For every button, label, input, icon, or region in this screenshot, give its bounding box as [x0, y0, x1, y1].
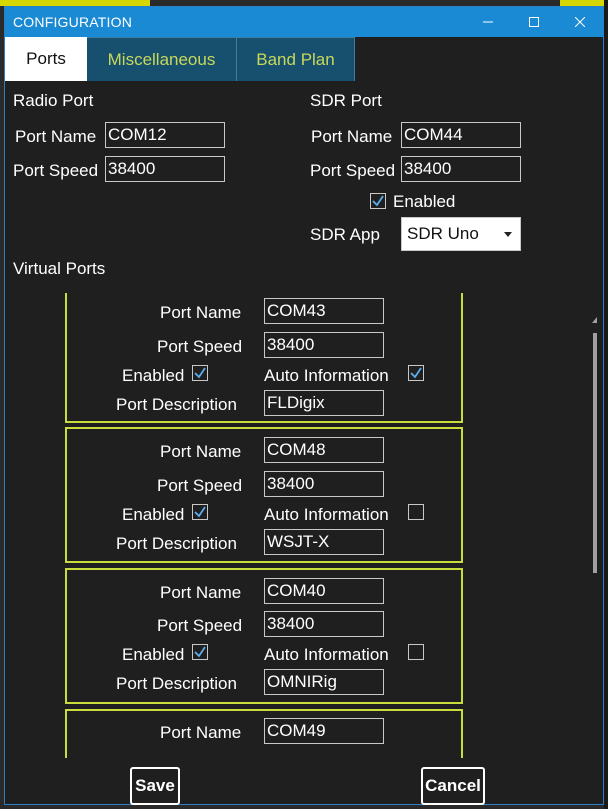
radio-port-heading: Radio Port	[13, 91, 94, 110]
scrollbar-thumb[interactable]	[593, 333, 597, 573]
virtual-port-card: Port Name COM43 Port Speed 38400 Enabled…	[65, 293, 463, 423]
checkmark-icon	[194, 646, 206, 658]
auto-information-checkbox[interactable]	[408, 644, 424, 660]
sdr-port-name-input[interactable]: COM44	[401, 122, 521, 148]
virtual-ports-list[interactable]: Port Name COM43 Port Speed 38400 Enabled…	[11, 293, 597, 758]
sdr-port-speed-input[interactable]: 38400	[401, 156, 521, 182]
maximize-icon	[529, 17, 539, 27]
vertical-scrollbar[interactable]	[591, 313, 597, 758]
port-name-input[interactable]: COM40	[264, 578, 384, 604]
checkmark-icon	[372, 195, 384, 207]
virtual-port-card: Port Name COM49	[65, 709, 463, 758]
scroll-up-icon[interactable]	[592, 317, 597, 323]
virtual-port-card: Port Name COM48 Port Speed 38400 Enabled…	[65, 427, 463, 563]
configuration-dialog: CONFIGURATION Ports Miscellaneous Band P…	[4, 6, 604, 805]
tab-band-plan[interactable]: Band Plan	[237, 37, 355, 81]
port-description-label: Port Description	[116, 534, 237, 553]
auto-information-label: Auto Information	[264, 366, 389, 385]
sdr-port-name-label: Port Name	[311, 127, 393, 146]
auto-information-label: Auto Information	[264, 505, 389, 524]
enabled-label: Enabled	[122, 505, 185, 524]
port-name-input[interactable]: COM43	[264, 298, 384, 324]
enabled-label: Enabled	[122, 645, 185, 664]
enabled-checkbox[interactable]	[192, 504, 208, 520]
window-title: CONFIGURATION	[13, 14, 133, 30]
enabled-checkbox[interactable]	[192, 365, 208, 381]
ports-panel: Radio Port Port Name COM12 Port Speed 38…	[5, 81, 603, 805]
radio-port-speed-label: Port Speed	[13, 161, 99, 180]
port-description-input[interactable]: OMNIRig	[264, 669, 384, 695]
checkmark-icon	[410, 367, 422, 379]
port-speed-label: Port Speed	[157, 476, 243, 495]
minimize-icon	[483, 21, 493, 23]
port-description-label: Port Description	[116, 674, 237, 693]
radio-port-speed-input[interactable]: 38400	[105, 156, 225, 182]
auto-information-checkbox[interactable]	[408, 365, 424, 381]
sdr-app-value: SDR Uno	[407, 224, 479, 243]
tab-bar: Ports Miscellaneous Band Plan	[5, 37, 355, 81]
enabled-label: Enabled	[122, 366, 185, 385]
port-speed-input[interactable]: 38400	[264, 332, 384, 358]
minimize-button[interactable]	[465, 7, 511, 37]
chevron-down-icon	[504, 232, 512, 237]
virtual-port-card: Port Name COM40 Port Speed 38400 Enabled…	[65, 568, 463, 704]
cancel-button[interactable]: Cancel	[421, 767, 485, 805]
title-bar[interactable]: CONFIGURATION	[5, 7, 603, 37]
maximize-button[interactable]	[511, 7, 557, 37]
background-right-edge	[604, 0, 608, 809]
port-description-input[interactable]: WSJT-X	[264, 529, 384, 555]
sdr-port-heading: SDR Port	[310, 91, 382, 110]
checkmark-icon	[194, 367, 206, 379]
port-name-input[interactable]: COM49	[264, 718, 384, 744]
port-description-input[interactable]: FLDigix	[264, 390, 384, 416]
port-speed-label: Port Speed	[157, 616, 243, 635]
sdr-enabled-label: Enabled	[393, 192, 456, 211]
sdr-app-label: SDR App	[310, 225, 380, 244]
tab-miscellaneous[interactable]: Miscellaneous	[87, 37, 237, 81]
close-button[interactable]	[557, 7, 603, 37]
window-controls	[465, 7, 603, 37]
port-name-input[interactable]: COM48	[264, 437, 384, 463]
radio-port-name-label: Port Name	[15, 127, 97, 146]
port-speed-label: Port Speed	[157, 337, 243, 356]
virtual-ports-heading: Virtual Ports	[13, 259, 106, 278]
radio-port-name-input[interactable]: COM12	[105, 122, 225, 148]
auto-information-label: Auto Information	[264, 645, 389, 664]
port-name-label: Port Name	[160, 723, 242, 742]
port-name-label: Port Name	[160, 583, 242, 602]
checkmark-icon	[194, 506, 206, 518]
sdr-port-speed-label: Port Speed	[310, 161, 396, 180]
auto-information-checkbox[interactable]	[408, 504, 424, 520]
enabled-checkbox[interactable]	[192, 644, 208, 660]
port-name-label: Port Name	[160, 442, 242, 461]
port-name-label: Port Name	[160, 303, 242, 322]
close-icon	[575, 17, 585, 27]
port-speed-input[interactable]: 38400	[264, 471, 384, 497]
tab-ports[interactable]: Ports	[5, 37, 87, 81]
sdr-enabled-checkbox[interactable]	[370, 193, 386, 209]
port-description-label: Port Description	[116, 395, 237, 414]
sdr-app-select[interactable]: SDR Uno	[401, 217, 521, 251]
save-button[interactable]: Save	[130, 767, 180, 805]
port-speed-input[interactable]: 38400	[264, 611, 384, 637]
